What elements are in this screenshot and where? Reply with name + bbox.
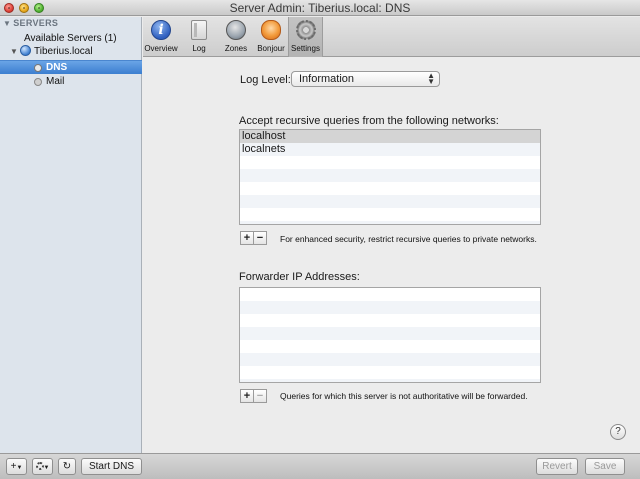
sidebar-item-label: Available Servers (1)	[24, 33, 117, 44]
log-level-value: Information	[299, 73, 355, 85]
tab-label: Log	[192, 44, 206, 53]
tab-bonjour[interactable]: Bonjour	[254, 17, 288, 57]
save-button[interactable]: Save	[585, 458, 625, 475]
popup-arrows-icon: ▲ ▼	[427, 71, 435, 86]
disclosure-triangle-icon[interactable]: ▼	[3, 19, 11, 28]
service-status-icon	[34, 78, 42, 86]
refresh-button[interactable]: ↻	[58, 458, 76, 475]
log-level-popup[interactable]: Information ▲ ▼	[291, 71, 440, 87]
servers-sidebar: ▼ SERVERS Available Servers (1) ▼ Tiberius…	[0, 17, 142, 453]
service-status-icon	[34, 64, 42, 72]
forwarder-label: Forwarder IP Addresses:	[239, 271, 360, 283]
recursive-security-note: For enhanced security, restrict recursiv…	[280, 234, 537, 244]
tab-label: Overview	[144, 44, 178, 53]
refresh-icon: ↻	[62, 461, 72, 472]
list-item[interactable]: localnets	[240, 143, 540, 156]
info-icon: i	[151, 20, 171, 40]
list-item[interactable]: localhost	[240, 130, 540, 143]
window-title: Server Admin: Tiberius.local: DNS	[229, 1, 411, 15]
empty-list-row	[240, 288, 540, 301]
bottom-bar: +▼ ▼ ↻ Start DNS Revert Save	[0, 453, 640, 479]
networks-list[interactable]: localhost localnets	[239, 129, 541, 225]
empty-list-row	[240, 156, 540, 169]
revert-button[interactable]: Revert	[536, 458, 578, 475]
forwarders-add-remove: + −	[240, 389, 267, 403]
start-dns-button[interactable]: Start DNS	[81, 458, 142, 475]
empty-list-row	[240, 353, 540, 366]
gear-icon	[295, 20, 316, 40]
log-icon	[191, 20, 207, 40]
chevron-down-icon: ▼	[43, 465, 50, 471]
empty-list-row	[240, 301, 540, 314]
remove-network-button[interactable]: −	[253, 231, 267, 245]
server-globe-icon	[20, 45, 31, 56]
recursive-queries-label: Accept recursive queries from the follow…	[239, 115, 499, 127]
forwarder-note: Queries for which this server is not aut…	[280, 391, 528, 401]
tab-settings[interactable]: Settings	[288, 17, 323, 57]
sidebar-item-available-servers[interactable]: Available Servers (1)	[0, 32, 142, 46]
help-button[interactable]: ?	[610, 424, 626, 440]
remove-forwarder-button[interactable]: −	[253, 389, 267, 403]
disclosure-triangle-icon[interactable]: ▼	[10, 45, 20, 59]
tab-overview[interactable]: i Overview	[143, 17, 179, 57]
empty-list-row	[240, 208, 540, 221]
forwarders-list[interactable]	[239, 287, 541, 383]
tab-label: Settings	[291, 44, 320, 53]
add-server-button[interactable]: +▼	[6, 458, 27, 475]
service-toolbar: i Overview Log Zones Bonjour Settings	[143, 17, 640, 57]
tab-label: Bonjour	[257, 44, 285, 53]
title-bar[interactable]: Server Admin: Tiberius.local: DNS	[0, 0, 640, 16]
zones-icon	[226, 20, 246, 40]
networks-add-remove: + −	[240, 231, 267, 245]
empty-list-row	[240, 340, 540, 353]
bonjour-icon	[261, 20, 281, 40]
empty-list-row	[240, 221, 540, 224]
sidebar-item-label: Tiberius.local	[34, 46, 93, 57]
empty-list-row	[240, 169, 540, 182]
empty-list-row	[240, 182, 540, 195]
empty-list-row	[240, 327, 540, 340]
add-network-button[interactable]: +	[240, 231, 254, 245]
log-level-label: Log Level:	[240, 74, 291, 86]
chevron-down-icon: ▼	[16, 465, 23, 471]
server-admin-window: Server Admin: Tiberius.local: DNS ▼ SERVE…	[0, 0, 640, 479]
sidebar-section-label: SERVERS	[13, 18, 59, 28]
add-forwarder-button[interactable]: +	[240, 389, 254, 403]
empty-list-row	[240, 314, 540, 327]
empty-list-row	[240, 195, 540, 208]
tab-zones[interactable]: Zones	[218, 17, 254, 57]
gear-icon	[35, 462, 44, 470]
action-menu-button[interactable]: ▼	[32, 458, 53, 475]
empty-list-row	[240, 366, 540, 379]
sidebar-item-mail[interactable]: Mail	[0, 75, 142, 89]
dns-settings-pane: Log Level: Information ▲ ▼ Accept recursi…	[143, 58, 640, 453]
tab-label: Zones	[224, 44, 248, 53]
tab-log[interactable]: Log	[181, 17, 217, 57]
sidebar-section-servers[interactable]: ▼ SERVERS	[3, 18, 58, 28]
sidebar-item-server[interactable]: ▼ Tiberius.local	[0, 45, 142, 59]
sidebar-item-dns[interactable]: DNS	[0, 60, 142, 74]
empty-list-row	[240, 379, 540, 382]
